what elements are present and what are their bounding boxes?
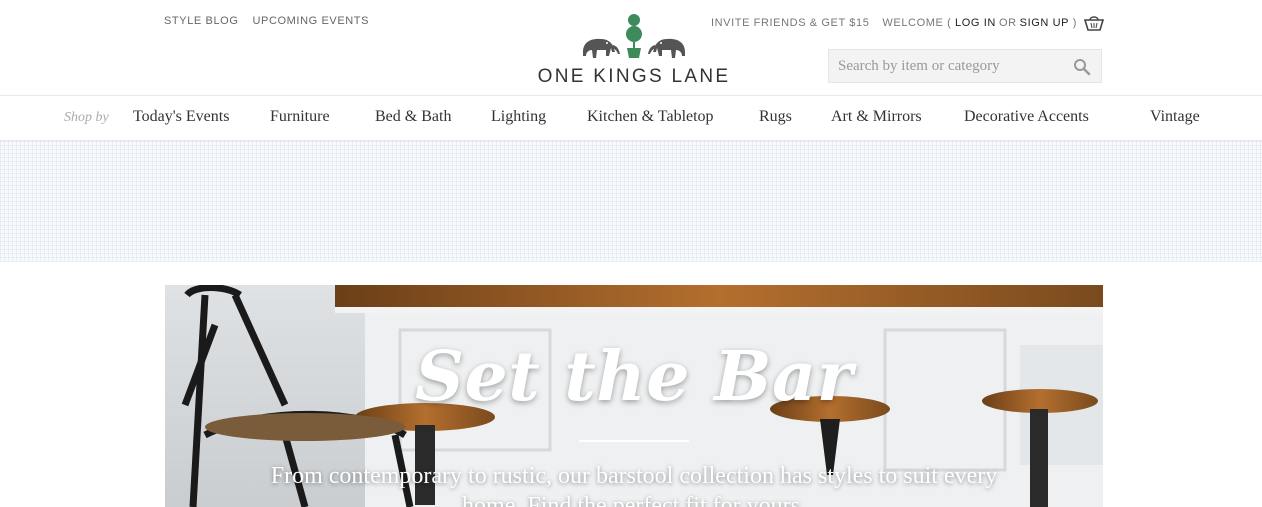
search-icon[interactable]: [1073, 58, 1091, 76]
hero-divider: [579, 440, 689, 442]
nav-item-todays-events[interactable]: Today's Events: [133, 108, 229, 126]
site-logo[interactable]: ONE KINGS LANE: [537, 12, 731, 88]
search-input[interactable]: [829, 50, 1069, 82]
nav-item-vintage[interactable]: Vintage: [1150, 108, 1200, 126]
welcome-label: WELCOME (: [882, 17, 952, 29]
nav-item-furniture[interactable]: Furniture: [270, 108, 330, 126]
nav-item-lighting[interactable]: Lighting: [491, 108, 546, 126]
logo-wordmark: ONE KINGS LANE: [537, 66, 731, 87]
upcoming-events-link[interactable]: UPCOMING EVENTS: [252, 15, 369, 27]
signup-link[interactable]: SIGN UP: [1020, 17, 1069, 29]
elephants-topiary-logo-icon: [583, 14, 685, 58]
utility-links-left: STYLE BLOG UPCOMING EVENTS: [164, 15, 369, 27]
category-nav: Shop by Today's Events Furniture Bed & B…: [0, 95, 1262, 141]
nav-item-kitchen-tabletop[interactable]: Kitchen & Tabletop: [587, 108, 714, 126]
nav-item-bed-bath[interactable]: Bed & Bath: [375, 108, 451, 126]
nav-item-decorative-accents[interactable]: Decorative Accents: [964, 108, 1089, 126]
hero-banner[interactable]: Set the Bar From contemporary to rustic,…: [165, 285, 1103, 507]
shop-by-label: Shop by: [64, 110, 109, 125]
search-box: [828, 49, 1102, 83]
nav-item-art-mirrors[interactable]: Art & Mirrors: [831, 108, 922, 126]
or-label: OR: [998, 17, 1017, 29]
close-paren-label: ): [1072, 17, 1077, 29]
nav-item-rugs[interactable]: Rugs: [759, 108, 792, 126]
shopping-basket-icon[interactable]: [1084, 15, 1104, 31]
hero-subtitle: From contemporary to rustic, our barstoo…: [270, 463, 998, 507]
hero-title: Set the Bar: [414, 337, 854, 417]
style-blog-link[interactable]: STYLE BLOG: [164, 15, 238, 27]
utility-links-right: INVITE FRIENDS & GET $15 WELCOME ( LOG I…: [711, 15, 1104, 31]
login-link[interactable]: LOG IN: [955, 17, 996, 29]
decorative-pattern-banner: [0, 141, 1262, 262]
invite-friends-link[interactable]: INVITE FRIENDS & GET $15: [711, 17, 869, 29]
